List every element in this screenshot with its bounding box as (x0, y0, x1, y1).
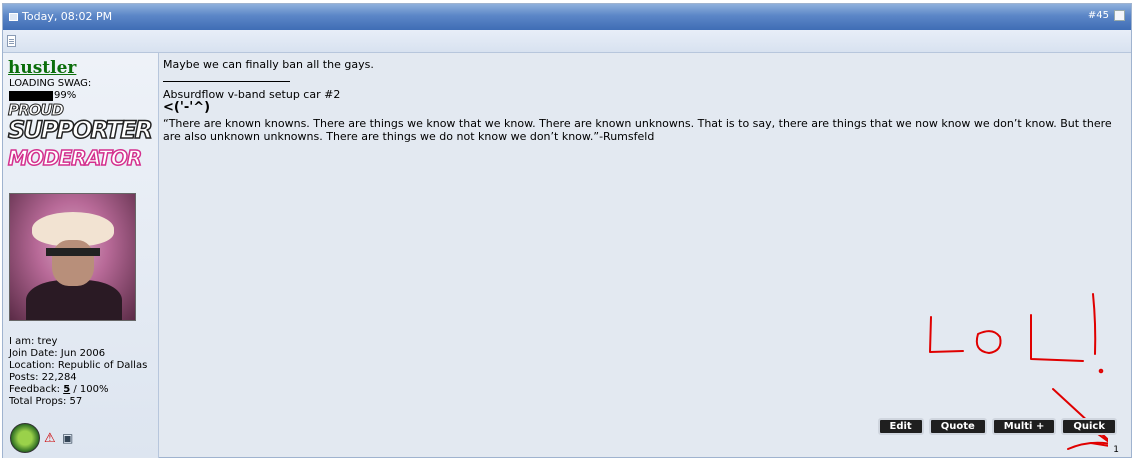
signature-divider (163, 81, 290, 82)
post-date-text: Today, 08:02 PM (22, 10, 113, 23)
user-sidebar: hustler LOADING SWAG: 99% PROUD SUPPORTE… (3, 53, 159, 458)
quote-button[interactable]: Quote (928, 418, 987, 435)
multiquote-checkbox[interactable] (1114, 10, 1125, 21)
signature-quote: “There are known knowns. There are thing… (163, 117, 1112, 143)
page-number: 1 (1113, 445, 1119, 455)
user-profile-icon[interactable]: ▣ (62, 431, 76, 445)
post-document-icon (7, 35, 16, 47)
post-action-buttons: Edit Quote Multi + Quick (877, 418, 1117, 435)
moderator-badge: MODERATOR (7, 145, 143, 171)
post-message: Maybe we can finally ban all the gays. (163, 58, 374, 71)
user-action-icons: ⚠ ▣ (10, 423, 76, 453)
swag-progress: 99% (9, 90, 76, 101)
swag-percent: 99% (54, 90, 77, 101)
username-link[interactable]: hustler (8, 58, 76, 78)
user-info-location: Location: Republic of Dallas (9, 360, 148, 371)
badge-text-supporter: SUPPORTER (7, 116, 154, 144)
post-subheader (3, 30, 1131, 53)
post-date: Today, 08:02 PM (9, 10, 112, 23)
swag-label: LOADING SWAG: (9, 78, 92, 89)
signature-emoticon: <('-'^) (163, 100, 211, 115)
turbo-icon (10, 423, 40, 453)
user-info-posts: Posts: 22,284 (9, 372, 77, 383)
multi-quote-button[interactable]: Multi + (991, 418, 1057, 435)
feedback-percent: / 100% (70, 384, 109, 395)
user-info-iam: I am: trey (9, 336, 58, 347)
report-warning-icon[interactable]: ⚠ (44, 432, 58, 445)
signature-link[interactable]: Absurdflow v-band setup car #2 (163, 88, 1123, 101)
user-avatar[interactable] (9, 193, 136, 321)
user-info-feedback: Feedback: 5 / 100% (9, 384, 147, 396)
post-content: Maybe we can finally ban all the gays. A… (163, 58, 1123, 143)
swag-progress-fill (9, 90, 53, 101)
edit-button[interactable]: Edit (877, 418, 924, 435)
user-info-props: Total Props: 57 (9, 396, 83, 407)
post-status-icon (9, 12, 18, 21)
user-info: I am: trey Join Date: Jun 2006 Location:… (9, 336, 147, 408)
post-number-link[interactable]: #45 (1088, 10, 1109, 21)
feedback-label: Feedback: (9, 384, 60, 395)
forum-post: Today, 08:02 PM #45 hustler LOADING SWAG… (2, 3, 1132, 458)
user-info-join-date: Join Date: Jun 2006 (9, 348, 106, 359)
quick-reply-button[interactable]: Quick (1061, 418, 1117, 435)
post-header: Today, 08:02 PM #45 (3, 4, 1131, 30)
proud-supporter-badge: PROUD SUPPORTER (7, 102, 154, 145)
